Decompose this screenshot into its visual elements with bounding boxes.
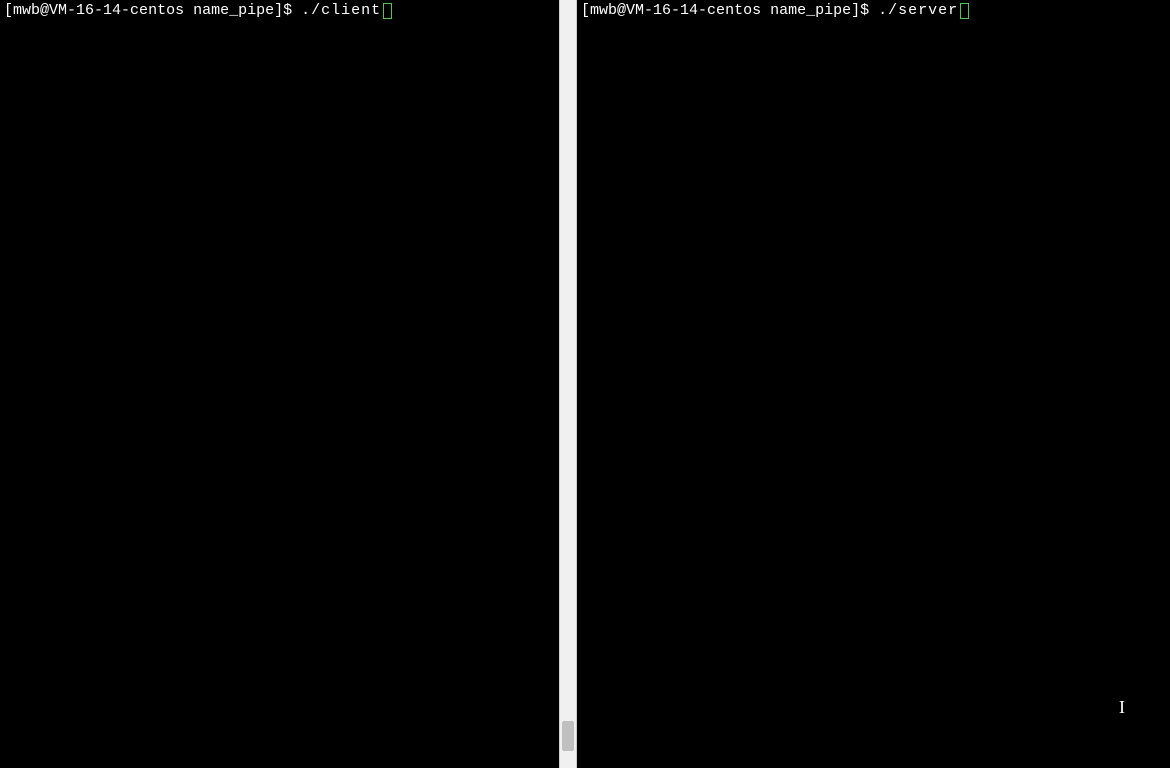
cursor-icon [960,3,969,19]
scrollbar-left[interactable] [559,0,576,768]
prompt-line-left[interactable]: [mwb@VM-16-14-centos name_pipe]$ ./clien… [4,2,572,20]
prompt-line-right[interactable]: [mwb@VM-16-14-centos name_pipe]$ ./serve… [581,2,1166,20]
cursor-icon [383,3,392,19]
terminal-pane-right[interactable]: [mwb@VM-16-14-centos name_pipe]$ ./serve… [576,0,1170,768]
prompt-user: mwb [13,2,40,19]
prompt-dir: name_pipe [770,2,851,19]
prompt-at: @ [40,2,49,19]
prompt-dir: name_pipe [193,2,274,19]
prompt-host: VM-16-14-centos [49,2,184,19]
prompt-close-bracket: ] [851,2,860,19]
prompt-host: VM-16-14-centos [626,2,761,19]
prompt-open-bracket: [ [581,2,590,19]
scrollbar-thumb[interactable] [562,721,574,751]
prompt-user: mwb [590,2,617,19]
prompt-dollar: $ [860,2,878,19]
text-cursor-icon: I [1119,697,1125,718]
prompt-open-bracket: [ [4,2,13,19]
terminal-pane-left[interactable]: [mwb@VM-16-14-centos name_pipe]$ ./clien… [0,0,576,768]
command-text: ./server [878,2,958,19]
command-text: ./client [301,2,381,19]
prompt-at: @ [617,2,626,19]
prompt-dollar: $ [283,2,301,19]
prompt-close-bracket: ] [274,2,283,19]
